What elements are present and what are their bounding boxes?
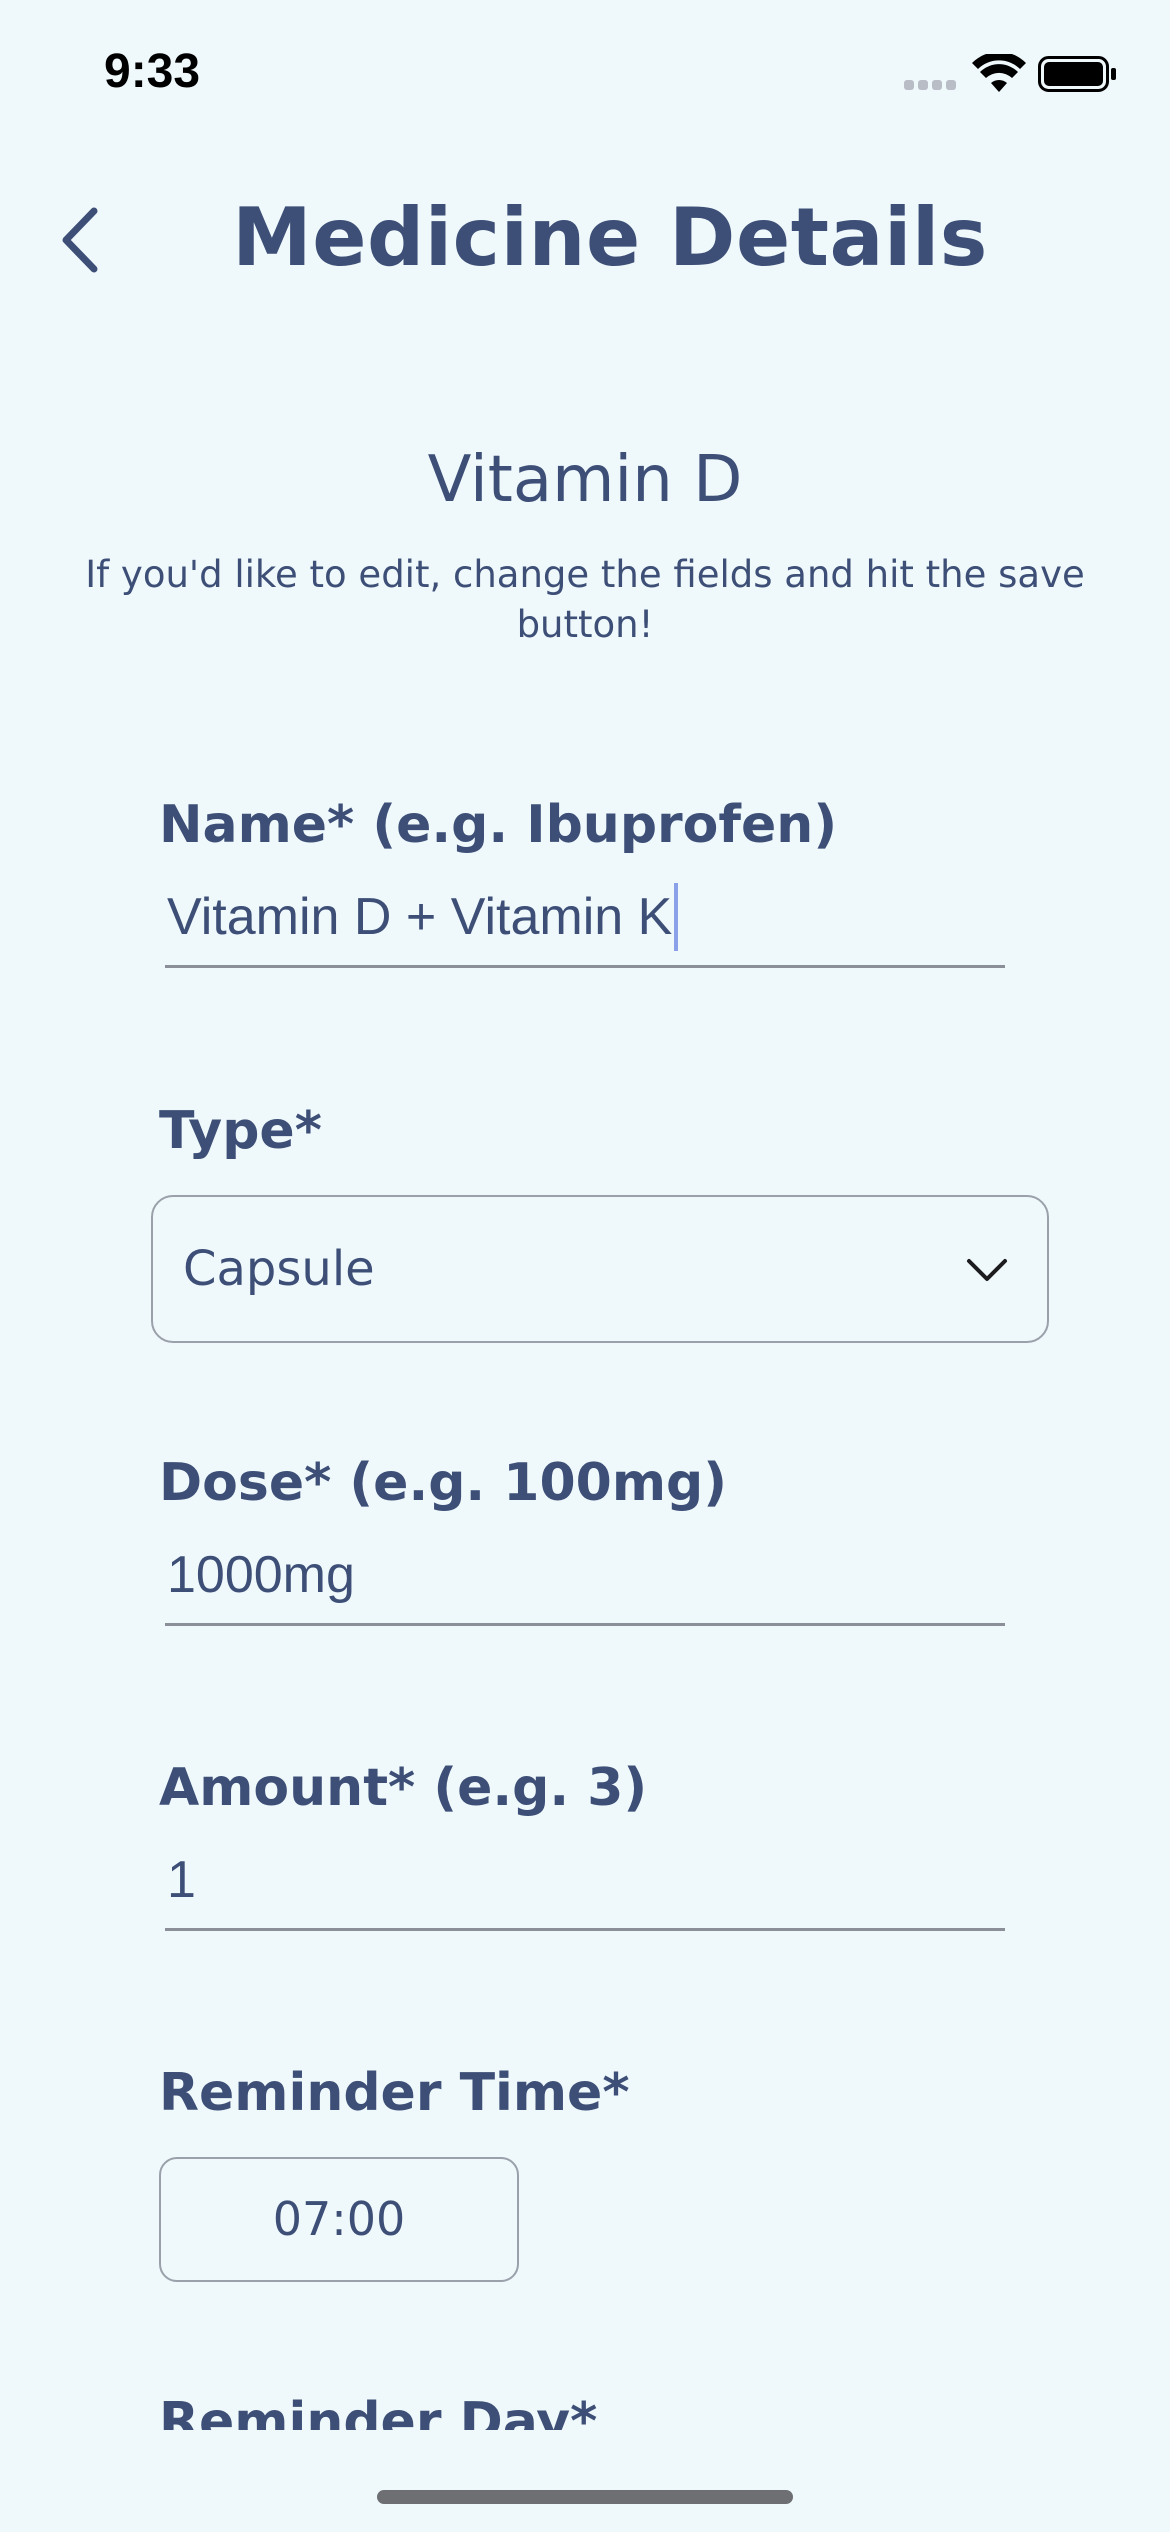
reminder-day-label: Reminder Day* — [159, 2390, 597, 2430]
chevron-down-icon — [967, 1259, 1007, 1281]
name-input[interactable]: Vitamin D + Vitamin K — [165, 872, 1005, 968]
cellular-signal-icon — [904, 76, 960, 92]
text-caret — [674, 883, 679, 951]
status-bar: 9:33 — [0, 0, 1170, 150]
battery-icon — [1038, 56, 1116, 92]
name-input-value: Vitamin D + Vitamin K — [167, 888, 673, 946]
dose-label: Dose* (e.g. 100mg) — [159, 1453, 727, 1513]
amount-label: Amount* (e.g. 3) — [159, 1758, 648, 1818]
dose-input-value: 1000mg — [167, 1546, 355, 1604]
type-select-value: Capsule — [183, 1241, 375, 1297]
amount-input[interactable]: 1 — [165, 1835, 1005, 1931]
reminder-time-label: Reminder Time* — [159, 2063, 630, 2123]
dose-input[interactable]: 1000mg — [165, 1530, 1005, 1626]
name-label: Name* (e.g. Ibuprofen) — [159, 795, 838, 855]
chevron-left-icon — [62, 207, 98, 273]
type-label: Type* — [159, 1101, 322, 1161]
helper-text: If you'd like to edit, change the fields… — [85, 553, 1085, 646]
reminder-time-button[interactable]: 07:00 — [159, 2157, 519, 2282]
type-select[interactable]: Capsule — [151, 1195, 1049, 1343]
amount-input-value: 1 — [167, 1851, 196, 1909]
medicine-name: Vitamin D — [427, 443, 743, 517]
reminder-day-label-text: Reminder Day* — [159, 2392, 598, 2430]
status-time: 9:33 — [104, 45, 201, 98]
page-title: Medicine Details — [232, 191, 988, 284]
back-button[interactable] — [40, 190, 120, 290]
wifi-icon — [972, 54, 1026, 92]
home-indicator[interactable] — [377, 2490, 793, 2504]
